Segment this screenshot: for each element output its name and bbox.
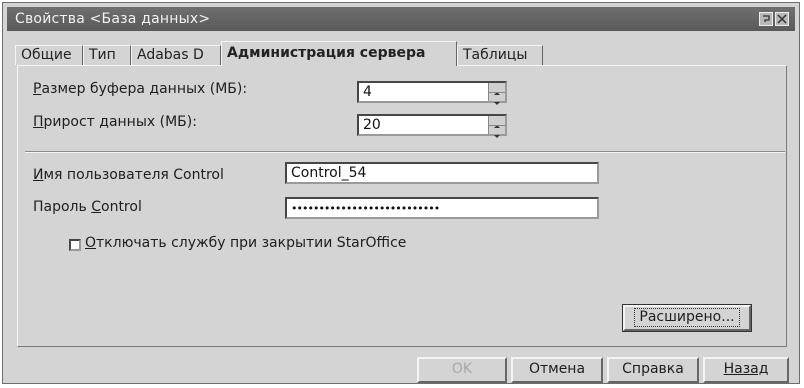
control-password-label: Пароль Control: [33, 199, 142, 215]
control-user-input[interactable]: Control_54: [285, 162, 599, 184]
caret-down-icon: [494, 135, 500, 138]
buffer-size-value: 4: [363, 84, 372, 100]
help-title-button[interactable]: [759, 12, 773, 26]
spin-down-button[interactable]: [489, 125, 505, 138]
tab-server-admin[interactable]: Администрация сервера: [221, 41, 457, 66]
cancel-button[interactable]: Отмена: [511, 357, 603, 383]
data-increment-spinner[interactable]: 20: [357, 114, 507, 138]
control-password-input[interactable]: •••••••••••••••••••••••••••: [285, 197, 599, 219]
buffer-size-spinner[interactable]: 4: [357, 81, 507, 105]
help-button[interactable]: Справка: [607, 357, 699, 383]
properties-dialog: Свойства <База данных> Общие Тип Adabas …: [2, 2, 800, 384]
tab-general[interactable]: Общие: [15, 45, 83, 65]
shutdown-service-label: Отключать службу при закрытии StarOffice: [85, 235, 407, 251]
spin-up-button[interactable]: [489, 116, 505, 128]
buffer-size-label: Размер буфера данных (МБ):: [33, 81, 248, 97]
close-icon: [777, 14, 787, 24]
section-divider: [25, 151, 785, 153]
control-user-label: Имя пользователя Control: [33, 167, 224, 183]
spin-up-button[interactable]: [489, 83, 505, 95]
advanced-button[interactable]: Расширено...: [622, 304, 752, 332]
shutdown-service-checkbox[interactable]: [69, 239, 81, 251]
data-increment-label: Прирост данных (МБ):: [33, 114, 197, 130]
close-title-button[interactable]: [775, 12, 789, 26]
tab-tables[interactable]: Таблицы: [457, 45, 543, 65]
tab-strip: Общие Тип Adabas D Администрация сервера…: [15, 39, 795, 66]
back-button[interactable]: Назад: [703, 357, 789, 383]
tab-adabas[interactable]: Adabas D: [131, 45, 221, 65]
window-title: Свойства <База данных>: [15, 11, 211, 27]
advanced-button-label: Расширено...: [634, 308, 740, 327]
spin-down-button[interactable]: [489, 92, 505, 105]
ok-button[interactable]: OK: [417, 357, 507, 383]
caret-down-icon: [494, 102, 500, 105]
question-icon: [763, 15, 770, 22]
title-bar: Свойства <База данных>: [7, 7, 795, 31]
tab-type[interactable]: Тип: [83, 45, 131, 65]
data-increment-value: 20: [363, 117, 381, 133]
